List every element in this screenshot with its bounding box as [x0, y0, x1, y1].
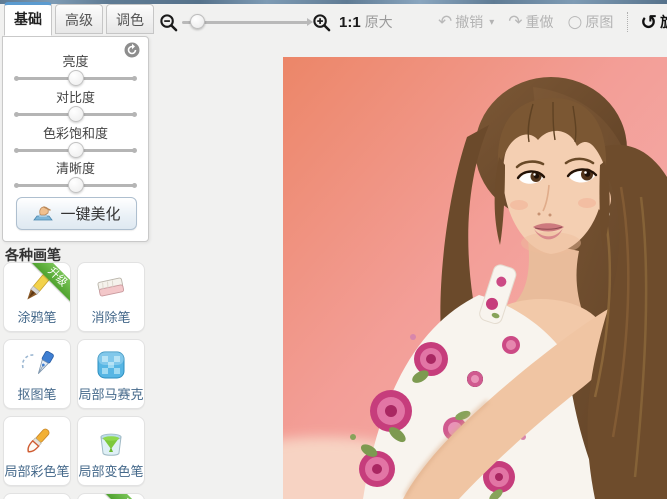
upgrade-badge: 升级	[103, 494, 144, 499]
clarity-slider[interactable]	[14, 177, 137, 193]
brush-grid: 升级 涂鸦笔 消除笔 抠图笔 局部马赛克 局部彩色笔 局部变色笔	[3, 262, 149, 499]
saturation-slider-row: 色彩饱和度	[3, 123, 148, 158]
brightness-slider[interactable]	[14, 70, 137, 86]
rotate-button[interactable]: ↺ 旋转	[640, 10, 667, 34]
saturation-slider[interactable]	[14, 142, 137, 158]
paint-brush-icon	[19, 424, 55, 460]
brush-button-eraser[interactable]: 消除笔	[77, 262, 145, 332]
saturation-slider-handle[interactable]	[67, 142, 84, 158]
brush-button-local-color-pen[interactable]: 局部彩色笔	[3, 416, 71, 486]
panel-tabs: 基础 高级 调色	[4, 2, 154, 36]
zoom-in-icon[interactable]	[312, 13, 331, 32]
tab-advanced[interactable]: 高级	[55, 4, 103, 34]
photo-canvas[interactable]	[283, 57, 667, 499]
one-click-beautify-button[interactable]: 一键美化	[16, 197, 137, 230]
tab-basic[interactable]: 基础	[4, 2, 52, 36]
brush-label: 局部马赛克	[78, 387, 144, 402]
brush-button-partial[interactable]	[3, 493, 71, 499]
brightness-slider-handle[interactable]	[67, 70, 84, 86]
photo-editor-window: 基础 高级 调色 1:1 原大 ↶ 撤销 ▾ ↷ 重做 ○ 原图 ↺ 亮度 对比…	[0, 0, 667, 499]
toolbar-divider	[627, 12, 629, 32]
brush-label: 抠图笔	[17, 387, 57, 402]
zoom-slider-arrow	[307, 17, 313, 26]
contrast-slider-row: 对比度	[3, 87, 148, 122]
undo-dropdown-icon[interactable]: ▾	[489, 17, 494, 28]
basic-adjust-panel: 亮度 对比度 色彩饱和度 清晰度 一键美化	[2, 36, 149, 242]
zoom-controls: 1:1 原大	[159, 12, 393, 32]
contrast-slider[interactable]	[14, 106, 137, 122]
clarity-label: 清晰度	[55, 161, 95, 176]
redo-button[interactable]: ↷ 重做	[508, 12, 553, 32]
original-size-label[interactable]: 原大	[365, 12, 393, 32]
contrast-label: 对比度	[55, 90, 95, 105]
brush-label: 局部变色笔	[78, 464, 144, 479]
brightness-label: 亮度	[62, 54, 89, 69]
brush-button-local-recolor-pen[interactable]: 局部变色笔	[77, 416, 145, 486]
redo-icon: ↷	[508, 12, 523, 32]
zoom-ratio-label[interactable]: 1:1	[339, 14, 361, 31]
paint-bucket-icon	[93, 424, 129, 460]
history-toolbar: ↶ 撤销 ▾ ↷ 重做 ○ 原图 ↺ 旋转	[438, 10, 667, 34]
brush-button-partial[interactable]: 升级	[77, 493, 145, 499]
zoom-slider-handle[interactable]	[190, 13, 205, 29]
saturation-label: 色彩饱和度	[42, 126, 108, 141]
cutout-pen-icon	[19, 347, 55, 383]
view-original-button[interactable]: ○ 原图	[568, 12, 614, 32]
brush-button-doodle-pen[interactable]: 升级 涂鸦笔	[3, 262, 71, 332]
original-circle-icon: ○	[567, 12, 583, 32]
tab-color[interactable]: 调色	[106, 4, 154, 34]
brightness-slider-row: 亮度	[3, 51, 148, 86]
zoom-out-icon[interactable]	[159, 13, 178, 32]
brush-label: 消除笔	[91, 310, 131, 325]
clarity-slider-handle[interactable]	[67, 177, 84, 193]
beautify-stamp-icon	[33, 205, 54, 220]
clarity-slider-row: 清晰度	[3, 158, 148, 193]
eraser-icon	[93, 270, 129, 306]
rotate-icon: ↺	[640, 10, 658, 34]
brush-button-mosaic[interactable]: 局部马赛克	[77, 339, 145, 409]
brush-label: 局部彩色笔	[4, 464, 70, 479]
contrast-slider-handle[interactable]	[67, 106, 84, 122]
brush-label: 涂鸦笔	[17, 310, 57, 325]
zoom-slider[interactable]	[182, 13, 313, 29]
mosaic-icon	[94, 347, 128, 383]
undo-button[interactable]: ↶ 撤销 ▾	[438, 12, 494, 32]
undo-icon: ↶	[438, 12, 453, 32]
brush-button-cutout-pen[interactable]: 抠图笔	[3, 339, 71, 409]
